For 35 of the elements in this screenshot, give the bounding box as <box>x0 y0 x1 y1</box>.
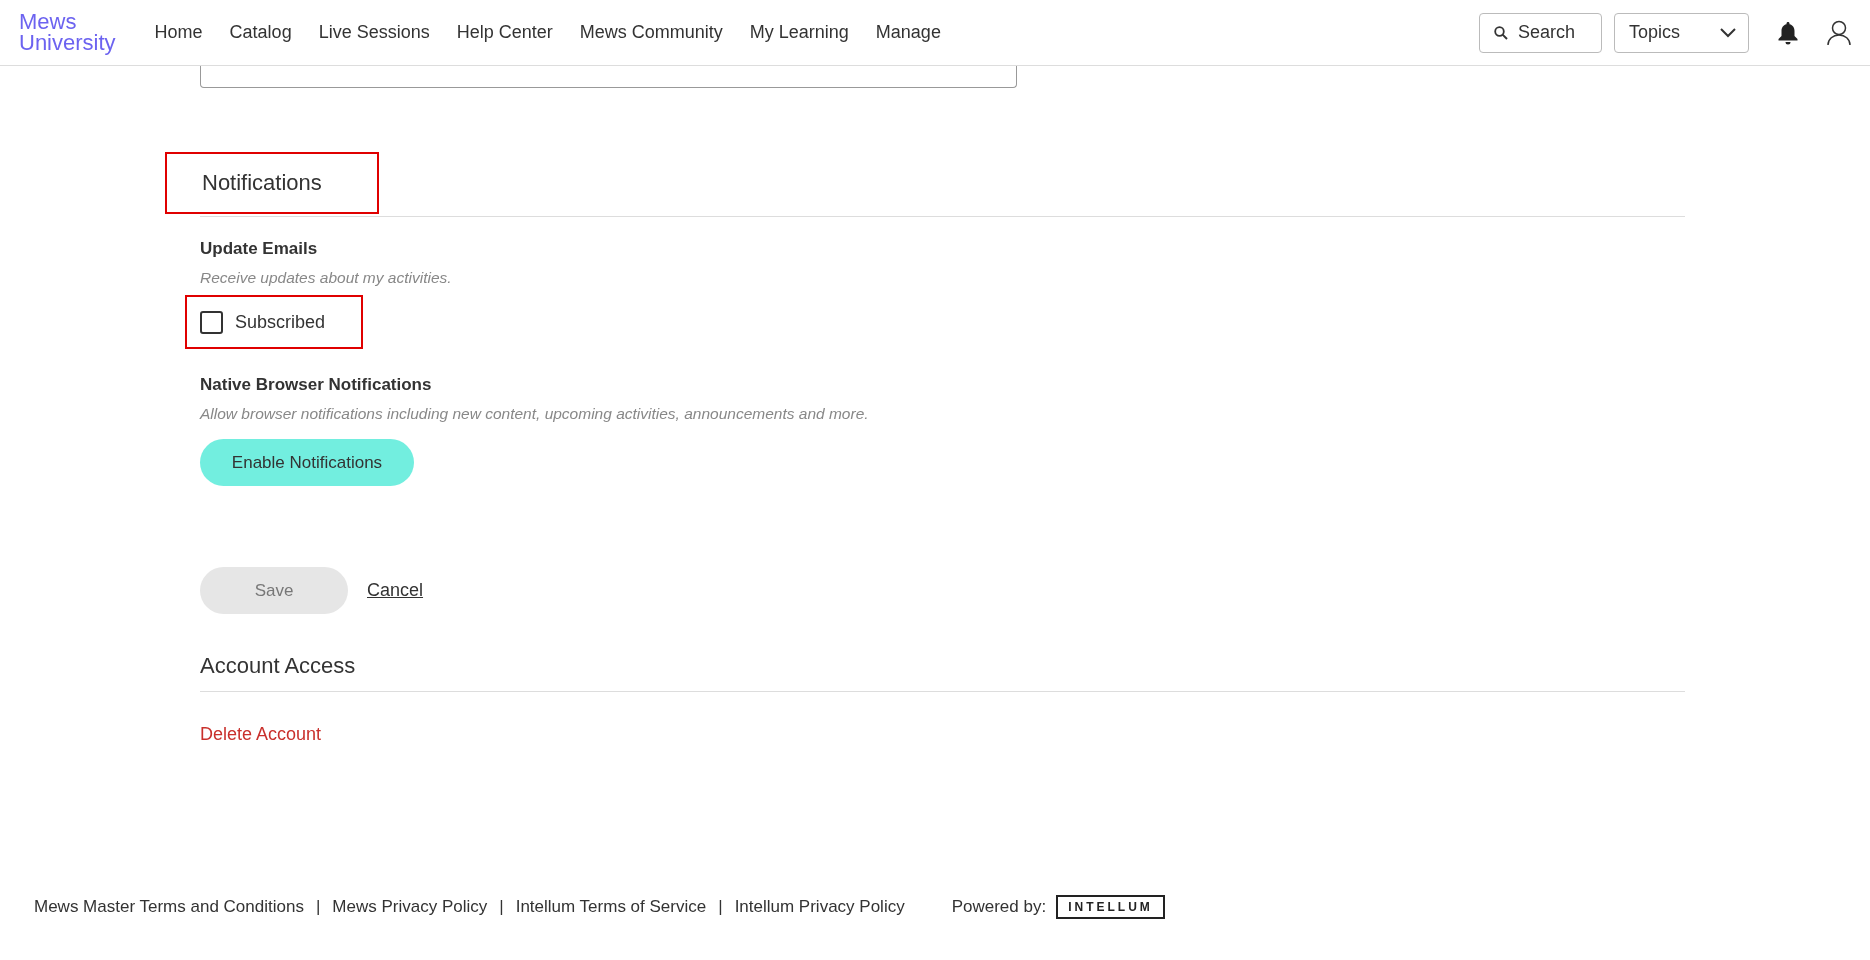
delete-account-link[interactable]: Delete Account <box>200 724 322 745</box>
bell-icon[interactable] <box>1777 20 1799 45</box>
brand-logo: INTELLUM <box>1056 895 1165 919</box>
nav-link[interactable]: Home <box>154 22 203 43</box>
logo-text: University <box>19 31 116 53</box>
footer-link[interactable]: Intellum Terms of Service <box>515 897 707 917</box>
setting-description: Allow browser notifications including new content, upcoming activities, announcements and more. <box>200 405 870 423</box>
search-button[interactable]: Search <box>1479 12 1602 53</box>
nav-link[interactable]: My Learning <box>749 22 849 43</box>
nav-link[interactable]: Manage <box>875 22 941 43</box>
topics-dropdown[interactable]: Topics <box>1614 12 1749 53</box>
logo-text: Mews <box>19 10 78 32</box>
separator: | <box>315 897 321 917</box>
nav-link[interactable]: Live Sessions <box>318 22 430 43</box>
search-icon <box>1494 25 1508 40</box>
enable-notifications-button[interactable]: Enable Notifications <box>200 439 414 486</box>
footer-link[interactable]: Intellum Privacy Policy <box>734 897 905 917</box>
setting-title: Native Browser Notifications <box>200 375 433 395</box>
footer-link[interactable]: Mews Privacy Policy <box>332 897 488 917</box>
footer-link[interactable]: Mews Master Terms and Conditions <box>34 897 304 917</box>
setting-title: Update Emails <box>200 239 319 259</box>
powered-by-label: Powered by: <box>951 897 1047 917</box>
nav-link[interactable]: Mews Community <box>579 22 723 43</box>
cancel-link[interactable]: Cancel <box>367 580 424 601</box>
section-title: Account Access <box>200 653 357 679</box>
separator: | <box>718 897 723 917</box>
separator: | <box>499 897 504 917</box>
nav-link[interactable]: Catalog <box>229 22 292 43</box>
checkbox[interactable] <box>200 310 223 334</box>
nav-link[interactable]: Help Center <box>456 22 553 43</box>
user-icon[interactable] <box>1827 19 1851 46</box>
chevron-down-icon <box>1720 27 1736 38</box>
setting-description: Receive updates about my activities. <box>200 269 453 287</box>
section-title: Notifications <box>202 170 322 196</box>
checkbox-label[interactable]: Subscribed <box>235 311 326 333</box>
